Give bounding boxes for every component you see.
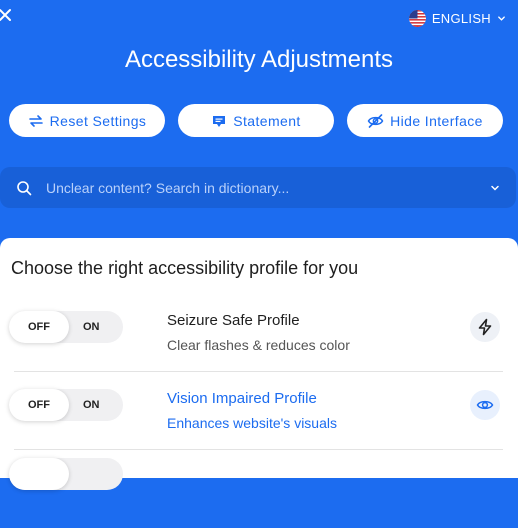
toggle-knob: [9, 458, 69, 490]
profile-description: Enhances website's visuals: [167, 415, 337, 431]
toggle-on-label: ON: [83, 321, 100, 333]
profile-vision-impaired: OFF ON Vision Impaired Profile Enhances …: [9, 372, 503, 450]
hide-interface-label: Hide Interface: [390, 112, 483, 129]
statement-label: Statement: [233, 112, 301, 129]
eye-slash-icon: [367, 113, 384, 128]
next-profile-toggle[interactable]: [9, 458, 123, 490]
profile-name: Seizure Safe Profile: [167, 312, 300, 329]
bolt-icon: [470, 312, 500, 342]
language-label: ENGLISH: [431, 10, 491, 26]
language-selector[interactable]: ENGLISH: [408, 9, 506, 27]
dictionary-search: [0, 167, 516, 208]
profiles-panel: Choose the right accessibility profile f…: [0, 238, 518, 490]
profiles-heading: Choose the right accessibility profile f…: [11, 258, 359, 278]
reset-settings-label: Reset Settings: [49, 112, 147, 129]
swap-arrows-icon: [28, 114, 43, 127]
chevron-down-icon[interactable]: [490, 183, 500, 193]
profile-next: [9, 450, 503, 528]
statement-button[interactable]: Statement: [178, 104, 334, 137]
close-icon[interactable]: [0, 8, 12, 22]
us-flag-icon: [408, 9, 426, 27]
profile-seizure-safe: OFF ON Seizure Safe Profile Clear flashe…: [9, 294, 503, 372]
profile-description: Clear flashes & reduces color: [167, 337, 350, 353]
seizure-safe-toggle[interactable]: OFF ON: [9, 311, 123, 343]
search-input[interactable]: [44, 178, 490, 197]
vision-impaired-toggle[interactable]: OFF ON: [9, 389, 123, 421]
speech-bubble-icon: [213, 115, 226, 127]
reset-settings-button[interactable]: Reset Settings: [9, 104, 165, 137]
profile-name: Vision Impaired Profile: [167, 390, 317, 407]
page-title: Accessibility Adjustments: [124, 46, 394, 73]
toggle-off-label: OFF: [28, 321, 50, 333]
toggle-off-label: OFF: [28, 399, 50, 411]
scrollbar-track[interactable]: [514, 350, 518, 464]
chevron-down-icon: [498, 15, 505, 21]
eye-icon: [470, 390, 500, 420]
toggle-on-label: ON: [83, 399, 100, 411]
search-icon: [17, 180, 32, 195]
hide-interface-button[interactable]: Hide Interface: [347, 104, 503, 137]
